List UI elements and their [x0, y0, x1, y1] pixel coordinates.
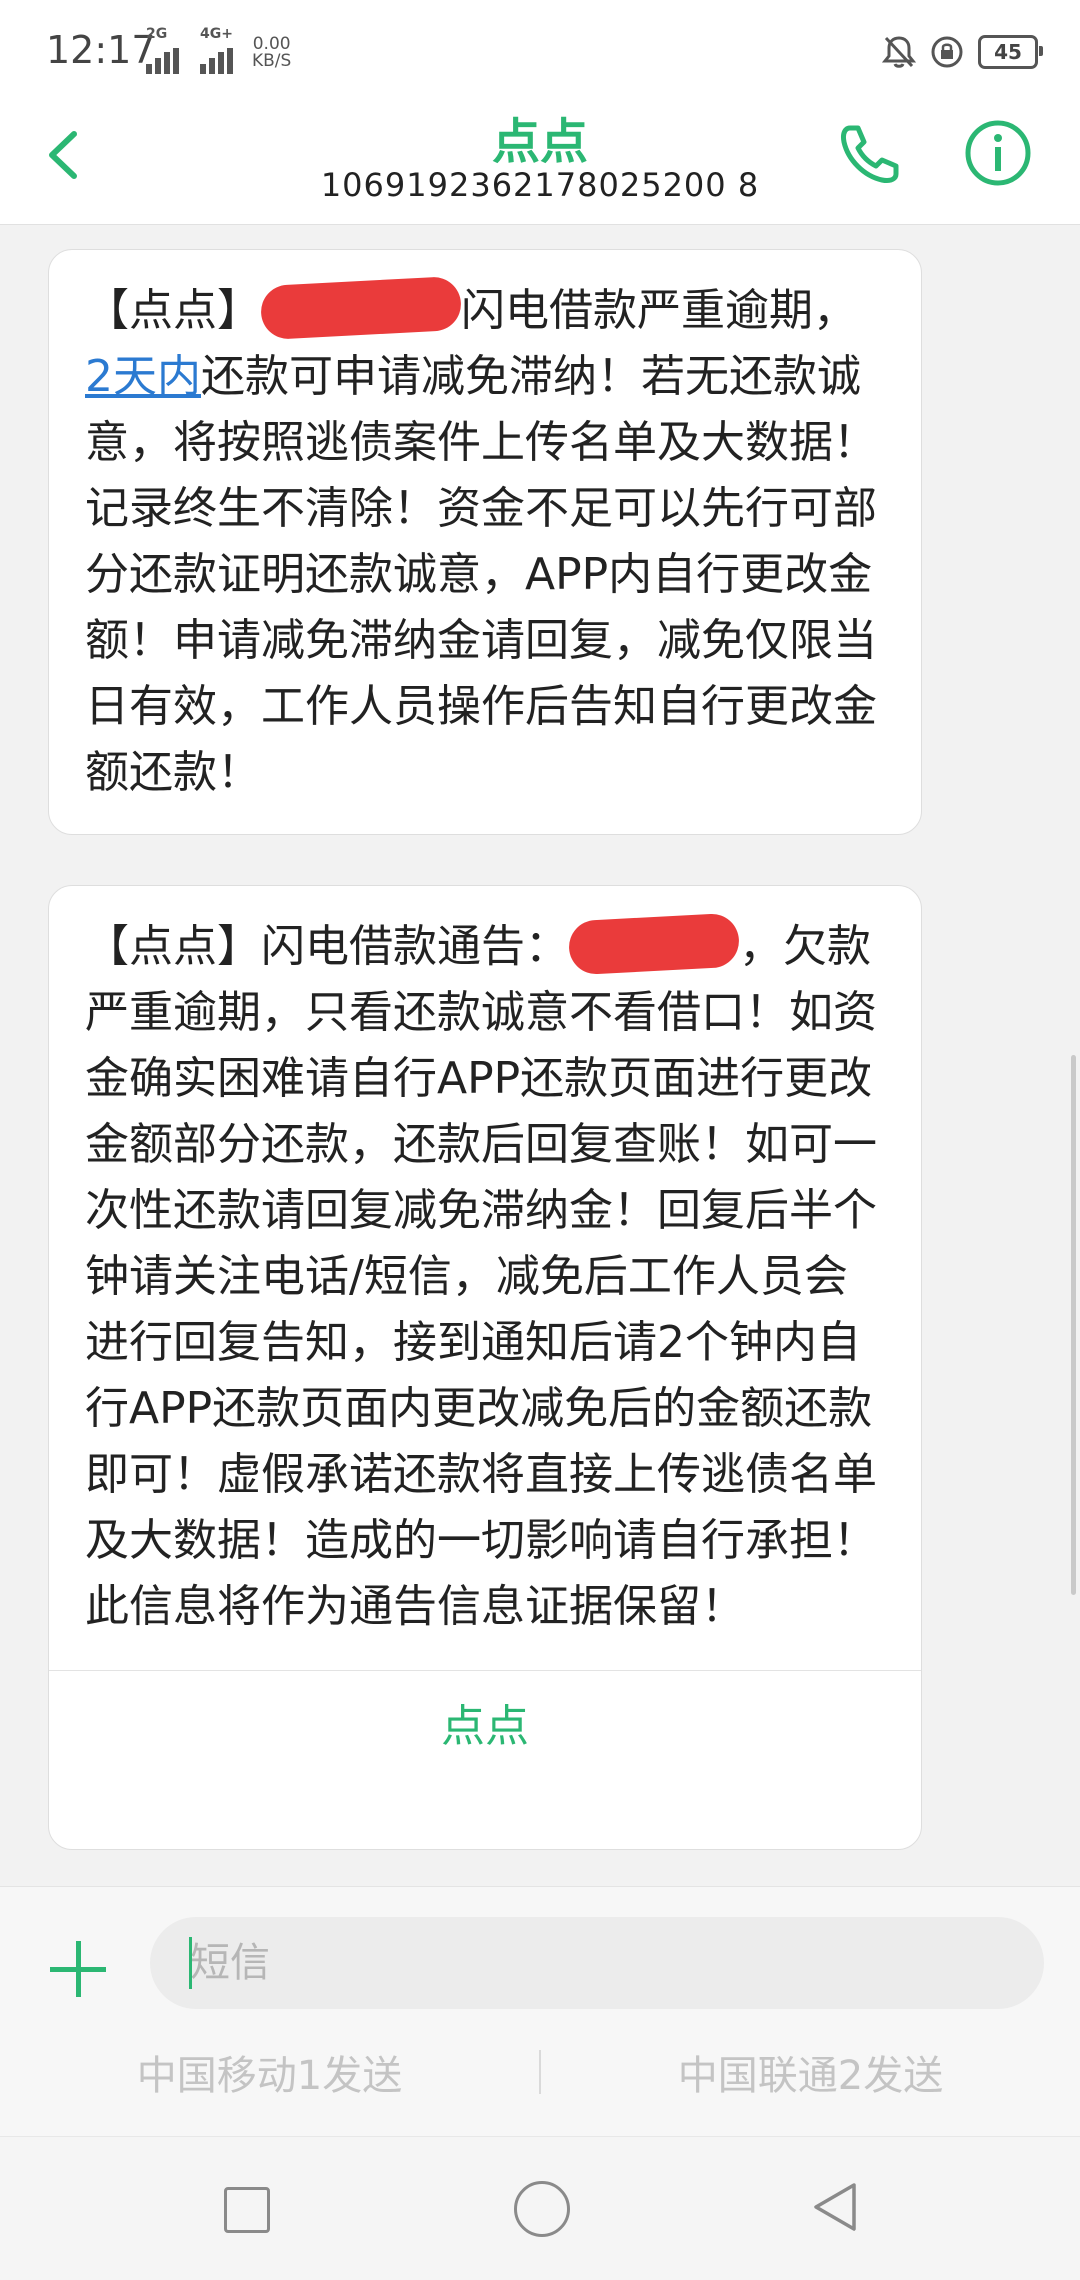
conversation-header: 点点 1069192362178025200 8 [0, 100, 1080, 225]
message-thread[interactable]: 【点点】 闪电借款严重逾期， 2天内还款可申请减免滞纳！若无还款诚意，将按照逃债案件… [0, 225, 1080, 1885]
scrollbar[interactable] [1071, 1055, 1076, 1595]
nav-recent-icon[interactable] [224, 2187, 270, 2233]
message-link-date[interactable]: 2天内 [85, 351, 201, 402]
network-speed: 0.00 KB/S [252, 34, 292, 71]
battery-icon: 45 [978, 35, 1043, 69]
plus-icon[interactable] [50, 1941, 106, 1997]
redaction-mark [259, 275, 463, 341]
status-bar: 12:17 2G 4G+ 0.00 KB/S 45 [0, 0, 1080, 100]
message-text-2: 【点点】闪电借款通告： ，欠款严重逾期，只看还款诚意不看借口！如资金确实困难请自行… [49, 886, 921, 1670]
info-icon[interactable] [963, 118, 1033, 188]
send-sim2-button[interactable]: 中国联通2发送 [541, 2043, 1080, 2101]
sender-card-button[interactable]: 点点 [49, 1670, 921, 1783]
battery-level: 45 [994, 40, 1022, 64]
signal-2-icon [200, 40, 233, 74]
message-bubble-1[interactable]: 【点点】 闪电借款严重逾期， 2天内还款可申请减免滞纳！若无还款诚意，将按照逃债案件… [48, 249, 922, 835]
phone-icon[interactable] [836, 120, 904, 188]
sms-input[interactable] [150, 1917, 1044, 2009]
text-caret [189, 1937, 192, 1989]
message-composer: 中国移动1发送 中国联通2发送 [0, 1886, 1080, 2137]
redaction-mark [567, 912, 741, 976]
bell-muted-icon [882, 36, 916, 68]
status-time: 12:17 [46, 28, 156, 72]
contact-number: 1069192362178025200 8 [320, 166, 760, 204]
send-sim1-button[interactable]: 中国移动1发送 [0, 2043, 539, 2101]
nav-back-icon[interactable] [808, 2179, 862, 2235]
contact-name: 点点 [491, 114, 588, 170]
nav-home-icon[interactable] [514, 2181, 570, 2237]
message-text-1: 【点点】 闪电借款严重逾期， 2天内还款可申请减免滞纳！若无还款诚意，将按照逃债案件… [49, 250, 921, 836]
navigation-bar [0, 2136, 1080, 2280]
send-options: 中国移动1发送 中国联通2发送 [0, 2027, 1080, 2117]
signal-1-icon [146, 40, 179, 74]
message-bubble-2[interactable]: 【点点】闪电借款通告： ，欠款严重逾期，只看还款诚意不看借口！如资金确实困难请自行… [48, 885, 922, 1850]
status-icons: 45 [882, 34, 1043, 70]
sms-conversation-screen: 12:17 2G 4G+ 0.00 KB/S 45 点点 10691923621… [0, 0, 1080, 2280]
lock-rotation-icon [931, 36, 963, 68]
